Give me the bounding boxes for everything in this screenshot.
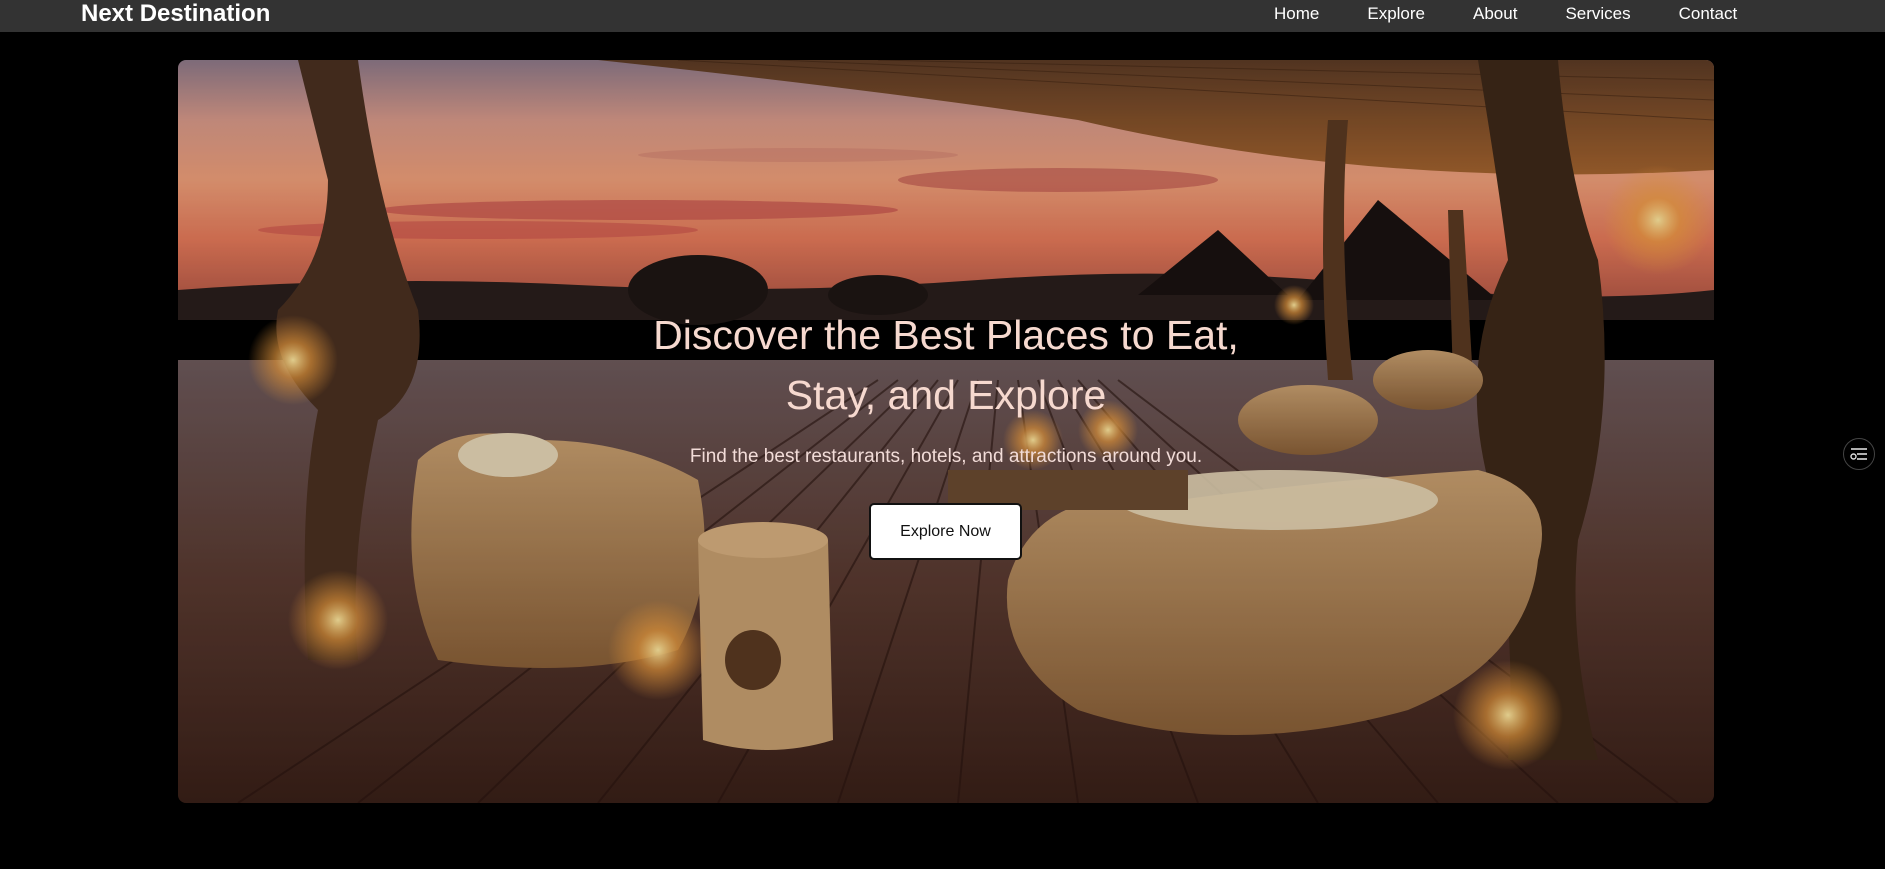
nav-link-explore[interactable]: Explore xyxy=(1367,4,1425,24)
filter-settings-button[interactable] xyxy=(1843,438,1875,470)
nav-link-home[interactable]: Home xyxy=(1274,4,1319,24)
hero-title: Discover the Best Places to Eat, Stay, a… xyxy=(653,312,1239,418)
hero-content: Discover the Best Places to Eat, Stay, a… xyxy=(178,60,1714,803)
explore-now-button[interactable]: Explore Now xyxy=(869,503,1022,560)
top-navbar: Next Destination Home Explore About Serv… xyxy=(0,0,1885,32)
brand-logo[interactable]: Next Destination xyxy=(81,0,270,28)
filter-settings-icon xyxy=(1850,448,1867,460)
nav-link-services[interactable]: Services xyxy=(1565,4,1630,24)
nav-links: Home Explore About Services Contact xyxy=(1250,0,1761,28)
hero-section: Discover the Best Places to Eat, Stay, a… xyxy=(178,60,1714,803)
hero-subtitle: Find the best restaurants, hotels, and a… xyxy=(689,446,1203,467)
nav-link-contact[interactable]: Contact xyxy=(1679,4,1738,24)
nav-link-about[interactable]: About xyxy=(1473,4,1517,24)
